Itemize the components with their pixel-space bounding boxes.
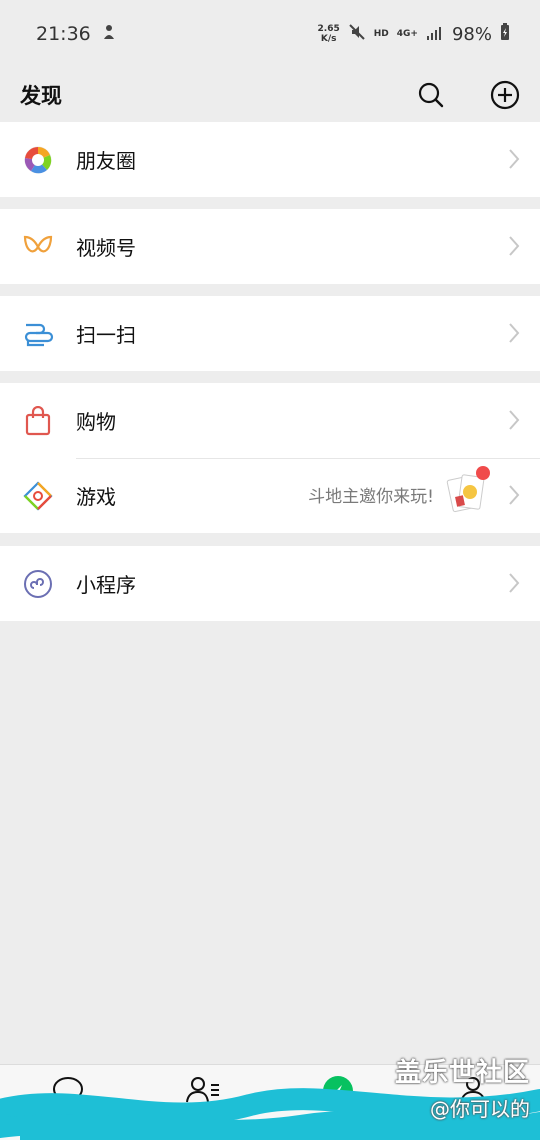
miniprograms-label: 小程序: [76, 573, 136, 597]
battery-percent: 98%: [451, 23, 492, 45]
status-bar: 21:36 2.65 K/s HD 4G+ 98%: [0, 0, 540, 68]
contacts-icon: [185, 1077, 219, 1103]
tab-chats[interactable]: [0, 1065, 135, 1140]
search-icon: [418, 82, 444, 108]
chevron-right-icon: [509, 236, 520, 256]
group-moments: 朋友圈: [0, 122, 540, 197]
add-button[interactable]: [490, 80, 520, 110]
chevron-right-icon: [509, 323, 520, 343]
miniprogram-icon: [0, 546, 76, 621]
watermark-title: 盖乐世社区: [394, 1058, 530, 1088]
chevron-right-icon: [509, 149, 520, 169]
shopping-item[interactable]: 购物: [0, 383, 540, 458]
row-divider: [76, 458, 540, 459]
mute-icon: [348, 23, 366, 46]
hd-badge: HD: [373, 29, 389, 39]
compass-icon: [322, 1076, 353, 1106]
search-button[interactable]: [416, 80, 446, 110]
channels-item[interactable]: 视频号: [0, 209, 540, 284]
games-label: 游戏: [76, 485, 116, 509]
plus-circle-icon: [490, 80, 520, 110]
network-speed: 2.65 K/s: [317, 24, 340, 44]
channels-icon: [0, 209, 76, 284]
group-miniprograms: 小程序: [0, 546, 540, 621]
scan-label: 扫一扫: [76, 323, 136, 347]
battery-icon: [500, 22, 510, 46]
shopping-label: 购物: [76, 410, 116, 434]
tab-contacts[interactable]: [135, 1065, 270, 1140]
network-type: 4G+: [396, 29, 418, 39]
chevron-right-icon: [509, 573, 520, 593]
group-scan: 扫一扫: [0, 296, 540, 371]
page-header: 发现: [0, 68, 540, 122]
status-time: 21:36: [36, 23, 91, 45]
playing-cards-icon: [446, 466, 490, 518]
tab-discover[interactable]: [270, 1065, 405, 1140]
scan-item[interactable]: 扫一扫: [0, 296, 540, 371]
scan-icon: [0, 296, 76, 371]
unread-badge: [476, 466, 490, 480]
games-promo-text: 斗地主邀你来玩!: [308, 486, 434, 507]
group-channels: 视频号: [0, 209, 540, 284]
channels-label: 视频号: [76, 236, 136, 260]
chevron-right-icon: [509, 485, 520, 505]
games-item[interactable]: 游戏 斗地主邀你来玩!: [0, 458, 540, 533]
page-title: 发现: [20, 84, 62, 108]
miniprograms-item[interactable]: 小程序: [0, 546, 540, 621]
chat-bubble-icon: [52, 1076, 83, 1105]
notification-icon: [101, 23, 117, 46]
shopping-bag-icon: [0, 383, 76, 458]
group-shopping-games: 购物 游戏 斗地主邀你来玩!: [0, 383, 540, 533]
watermark: 盖乐世社区 @你可以的: [395, 1052, 530, 1122]
moments-item[interactable]: 朋友圈: [0, 122, 540, 197]
signal-icon: [426, 24, 444, 45]
watermark-author: @你可以的: [430, 1097, 530, 1121]
games-promo: 斗地主邀你来玩!: [308, 466, 490, 518]
chevron-right-icon: [509, 410, 520, 430]
games-icon: [0, 458, 76, 533]
moments-icon: [0, 122, 76, 197]
moments-label: 朋友圈: [76, 149, 136, 173]
